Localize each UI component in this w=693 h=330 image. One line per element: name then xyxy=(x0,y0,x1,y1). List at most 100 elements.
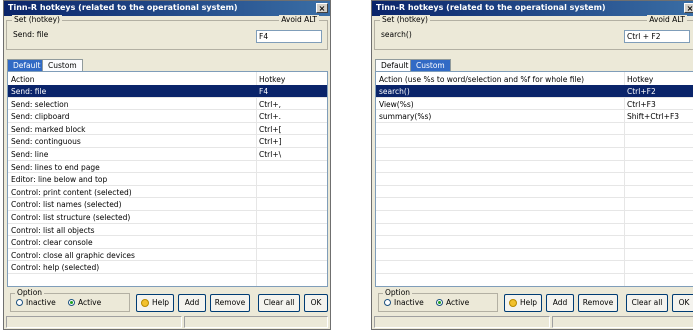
status-panel xyxy=(6,316,182,328)
table-row[interactable] xyxy=(376,186,693,199)
row-action: Send: lines to end page xyxy=(11,162,100,172)
row-hotkey: Ctrl+\ xyxy=(259,149,282,159)
inactive-label[interactable]: Inactive xyxy=(26,298,56,307)
hotkey-input[interactable]: Ctrl + F2 xyxy=(624,30,690,43)
active-label[interactable]: Active xyxy=(446,298,469,307)
active-radio[interactable] xyxy=(68,299,75,306)
selected-action-label: Send: file xyxy=(13,30,49,39)
table-row[interactable]: Control: clear console xyxy=(8,236,327,249)
inactive-radio[interactable] xyxy=(16,299,23,306)
close-icon[interactable]: × xyxy=(316,3,328,13)
title-bar[interactable]: Tinn-R hotkeys (related to the operation… xyxy=(372,1,693,16)
table-row[interactable] xyxy=(376,249,693,262)
remove-button[interactable]: Remove xyxy=(578,294,618,312)
table-row[interactable]: View(%s) Ctrl+F3 xyxy=(376,98,693,111)
close-icon[interactable]: × xyxy=(684,3,693,13)
remove-button[interactable]: Remove xyxy=(210,294,250,312)
active-radio[interactable] xyxy=(436,299,443,306)
row-action: Control: clear console xyxy=(11,238,93,248)
table-row[interactable] xyxy=(376,123,693,136)
list-rows: search() Ctrl+F2 View(%s) Ctrl+F3 summary(… xyxy=(376,85,693,286)
table-row[interactable]: Send: file F4 xyxy=(8,85,327,98)
table-row[interactable] xyxy=(376,261,693,274)
set-hotkey-group: Set (hotkey) Avoid ALT Send: file F4 xyxy=(6,15,328,50)
help-bulb-icon xyxy=(140,299,149,307)
column-header-hotkey[interactable]: Hotkey xyxy=(259,75,285,84)
table-row[interactable] xyxy=(376,135,693,148)
inactive-label[interactable]: Inactive xyxy=(394,298,424,307)
row-action: Control: list structure (selected) xyxy=(11,212,131,222)
column-header-hotkey[interactable]: Hotkey xyxy=(627,75,653,84)
set-hotkey-label: Set (hotkey) xyxy=(12,15,62,24)
row-hotkey: Shift+Ctrl+F3 xyxy=(627,112,680,122)
row-hotkey: Ctrl+F2 xyxy=(627,87,656,96)
clear-all-button[interactable]: Clear all xyxy=(258,294,300,312)
column-header-action[interactable]: Action (use %s to word/selection and %f … xyxy=(379,75,584,84)
add-button[interactable]: Add xyxy=(178,294,206,312)
table-row[interactable]: Control: list names (selected) xyxy=(8,198,327,211)
table-row[interactable] xyxy=(376,173,693,186)
table-row[interactable]: Send: marked block Ctrl+[ xyxy=(8,123,327,136)
help-button-label: Help xyxy=(519,298,538,307)
list-header: Action (use %s to word/selection and %f … xyxy=(376,72,693,86)
tab-default[interactable]: Default xyxy=(375,59,415,71)
ok-button[interactable]: OK xyxy=(672,294,693,312)
table-row[interactable] xyxy=(376,161,693,174)
table-row[interactable]: Control: print content (selected) xyxy=(8,186,327,199)
tab-custom[interactable]: Custom xyxy=(410,59,451,71)
window-title: Tinn-R hotkeys (related to the operation… xyxy=(376,3,606,12)
column-header-action[interactable]: Action xyxy=(11,75,35,84)
row-hotkey: Ctrl+. xyxy=(259,112,282,122)
tab-default[interactable]: Default xyxy=(7,59,47,71)
status-bar xyxy=(4,316,330,329)
table-row[interactable] xyxy=(376,148,693,161)
row-action: Send: selection xyxy=(11,99,69,109)
hotkey-input[interactable]: F4 xyxy=(256,30,322,43)
row-action: Control: help (selected) xyxy=(11,263,100,273)
hotkey-list[interactable]: Action (use %s to word/selection and %f … xyxy=(375,71,693,287)
help-button[interactable]: Help xyxy=(136,294,174,312)
clear-all-button[interactable]: Clear all xyxy=(626,294,668,312)
hotkeys-window-custom: Tinn-R hotkeys (related to the operation… xyxy=(371,0,693,330)
table-row[interactable] xyxy=(376,236,693,249)
table-row[interactable]: Send: lines to end page xyxy=(8,161,327,174)
active-label[interactable]: Active xyxy=(78,298,101,307)
table-row[interactable] xyxy=(376,198,693,211)
table-row[interactable]: Send: continguous Ctrl+] xyxy=(8,135,327,148)
inactive-radio[interactable] xyxy=(384,299,391,306)
row-action: Editor: line below and top xyxy=(11,175,108,185)
tab-custom[interactable]: Custom xyxy=(42,59,83,71)
table-row[interactable]: Control: help (selected) xyxy=(8,261,327,274)
list-rows: Send: file F4 Send: selection Ctrl+, Send:… xyxy=(8,85,327,286)
title-bar[interactable]: Tinn-R hotkeys (related to the operation… xyxy=(4,1,330,16)
table-row[interactable]: Control: list structure (selected) xyxy=(8,211,327,224)
row-action: Control: list names (selected) xyxy=(11,200,122,210)
table-row[interactable]: Send: clipboard Ctrl+. xyxy=(8,110,327,123)
table-row[interactable]: Editor: line below and top xyxy=(8,173,327,186)
list-header: Action Hotkey xyxy=(8,72,327,86)
row-action: Control: print content (selected) xyxy=(11,187,132,197)
row-action: Send: file xyxy=(11,87,47,96)
row-action: Send: line xyxy=(11,149,49,159)
help-button[interactable]: Help xyxy=(504,294,542,312)
status-panel xyxy=(374,316,550,328)
table-row[interactable]: Control: close all graphic devices xyxy=(8,249,327,262)
ok-button[interactable]: OK xyxy=(304,294,328,312)
table-row[interactable] xyxy=(8,274,327,286)
table-row[interactable]: summary(%s) Shift+Ctrl+F3 xyxy=(376,110,693,123)
row-action: summary(%s) xyxy=(379,112,432,122)
table-row[interactable]: Send: selection Ctrl+, xyxy=(8,98,327,111)
table-row[interactable]: Send: line Ctrl+\ xyxy=(8,148,327,161)
table-row[interactable]: Control: list all objects xyxy=(8,224,327,237)
avoid-alt-label[interactable]: Avoid ALT xyxy=(279,15,319,24)
add-button[interactable]: Add xyxy=(546,294,574,312)
hotkeys-window-default: Tinn-R hotkeys (related to the operation… xyxy=(3,0,331,330)
table-row[interactable] xyxy=(376,274,693,286)
table-row[interactable]: search() Ctrl+F2 xyxy=(376,85,693,98)
avoid-alt-label[interactable]: Avoid ALT xyxy=(647,15,687,24)
row-hotkey: Ctrl+, xyxy=(259,99,282,109)
table-row[interactable] xyxy=(376,211,693,224)
hotkey-list[interactable]: Action Hotkey Send: file F4 Send: selecti… xyxy=(7,71,328,287)
table-row[interactable] xyxy=(376,224,693,237)
row-action: Send: clipboard xyxy=(11,112,70,122)
